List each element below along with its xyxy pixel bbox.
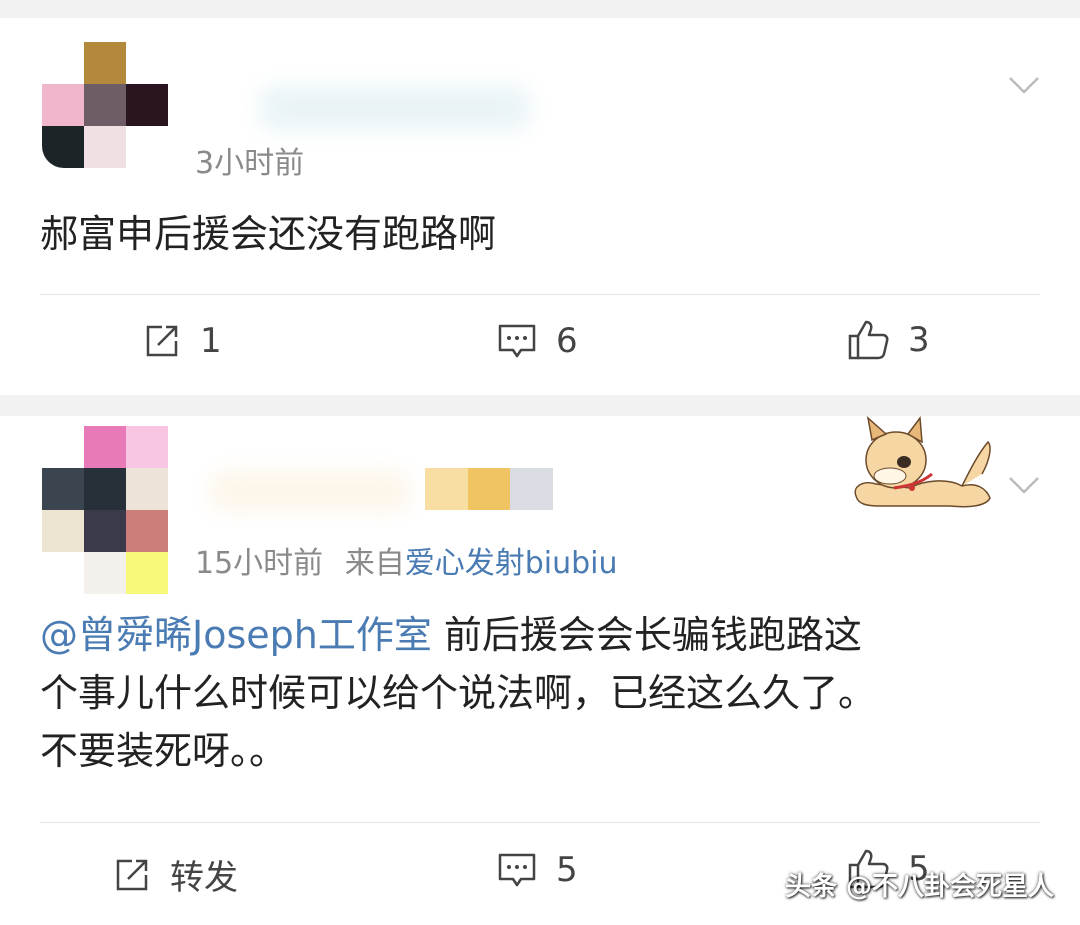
repost-button[interactable]: 1 <box>142 321 222 361</box>
divider <box>40 822 1040 823</box>
comment-button[interactable]: 6 <box>496 321 578 361</box>
source-app-link[interactable]: 爱心发射biubiu <box>405 546 618 581</box>
username-redacted[interactable] <box>210 471 410 511</box>
repost-icon <box>116 859 148 890</box>
content-line-1: 前后援会会长骗钱跑路这 <box>431 613 862 657</box>
comment-icon <box>498 853 536 887</box>
content-line-3: 不要装死呀。。 <box>40 729 288 773</box>
mention-link[interactable]: @曾舜晞Joseph工作室 <box>40 613 432 657</box>
repost-icon <box>146 325 178 357</box>
post-card-1: 3小时前 郝富申后援会还没有跑路啊 1 6 3 <box>0 0 1080 395</box>
divider <box>40 294 1040 295</box>
member-badge <box>425 468 554 510</box>
thumbs-up-icon <box>848 320 889 360</box>
comment-count: 5 <box>556 850 578 890</box>
shiba-dog-sticker <box>854 416 991 508</box>
avatar[interactable] <box>42 426 170 594</box>
post-content: @曾舜晞Joseph工作室 前后援会会长骗钱跑路这 个事儿什么时候可以给个说法啊… <box>40 606 1040 780</box>
repost-count: 1 <box>200 321 222 361</box>
source-prefix: 来自 <box>344 546 405 581</box>
username-redacted[interactable] <box>260 86 530 130</box>
post-meta: 15小时前 来自爱心发射biubiu <box>195 538 618 582</box>
comment-button[interactable]: 5 <box>496 850 578 890</box>
watermark: 头条 @不八卦会死星人 <box>784 872 1054 902</box>
post-time: 15小时前 <box>195 546 324 581</box>
comment-icon <box>498 324 536 358</box>
avatar[interactable] <box>42 42 170 170</box>
post-content: 郝富申后援会还没有跑路啊 <box>40 212 497 256</box>
content-line-2: 个事儿什么时候可以给个说法啊，已经这么久了。 <box>40 671 877 715</box>
repost-label: 转发 <box>170 858 238 898</box>
repost-button[interactable]: 转发 <box>112 850 238 899</box>
like-button[interactable]: 3 <box>846 318 930 362</box>
post-time: 3小时前 <box>195 146 305 181</box>
comment-count: 6 <box>556 321 578 361</box>
chevron-down-icon[interactable] <box>1006 66 1042 102</box>
like-count: 3 <box>908 320 930 360</box>
chevron-down-icon[interactable] <box>1006 466 1042 502</box>
post-card-2: 15小时前 来自爱心发射biubiu @曾舜晞Joseph工作室 前后援会会长骗… <box>0 416 1080 925</box>
